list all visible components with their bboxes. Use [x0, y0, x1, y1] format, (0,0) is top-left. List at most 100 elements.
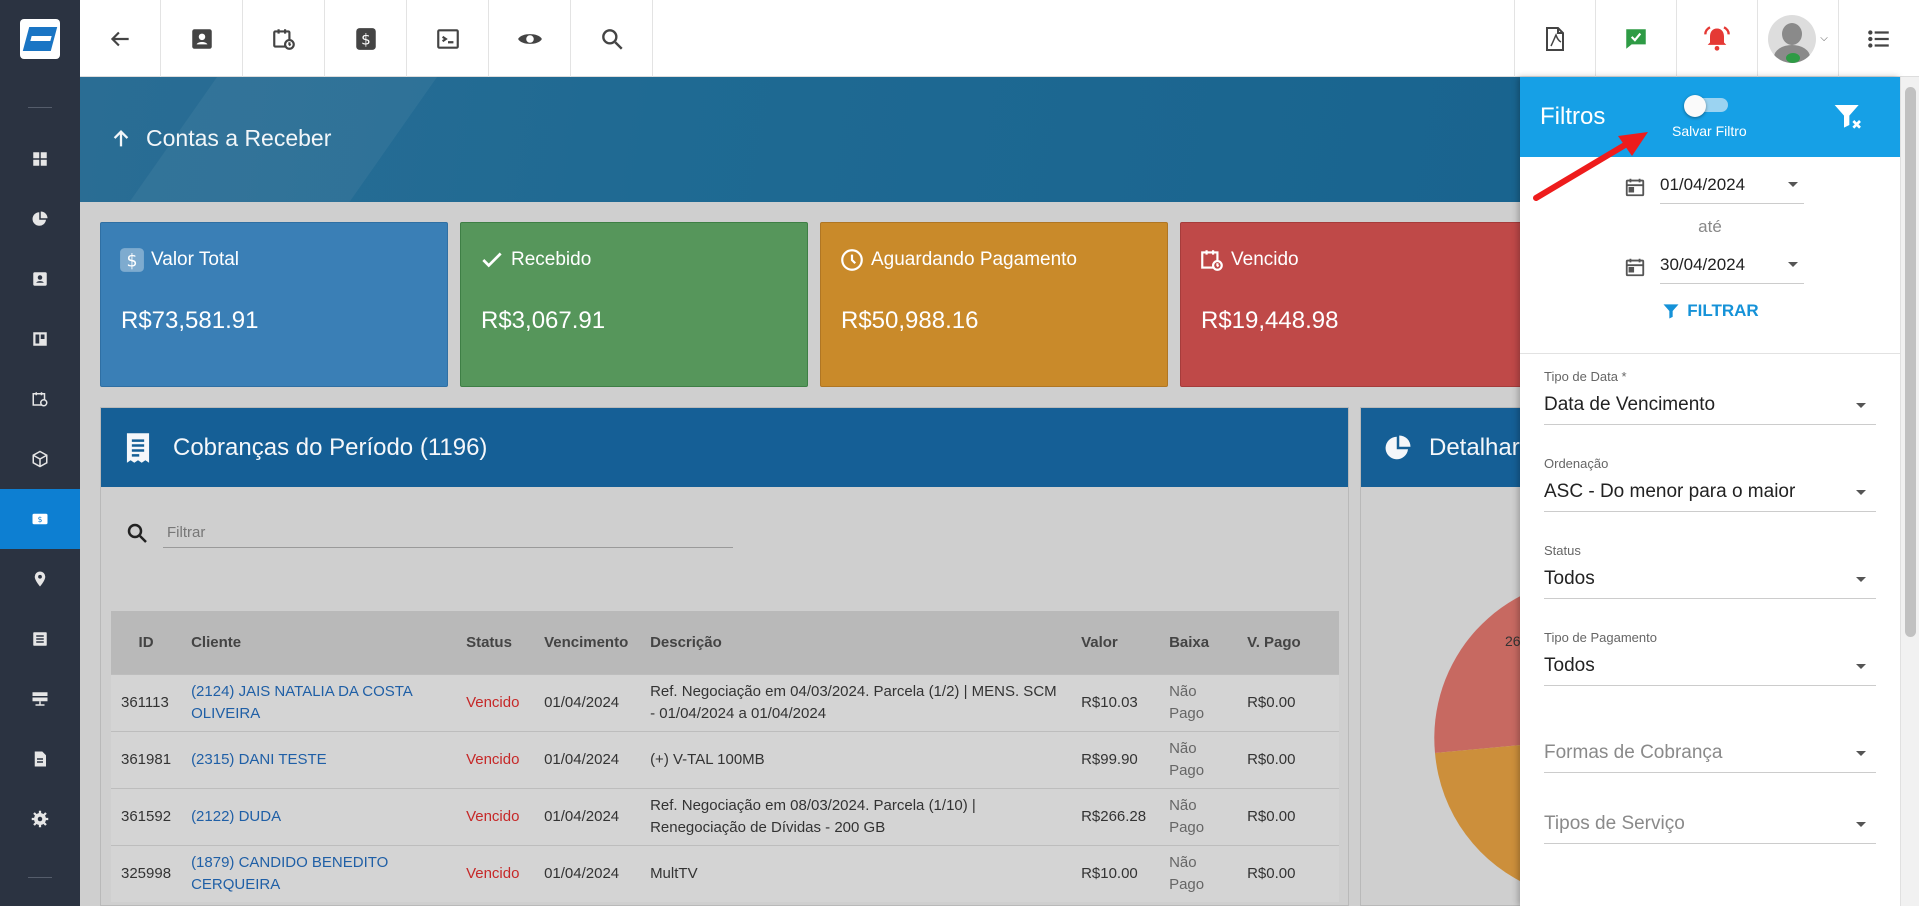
clock-icon	[841, 249, 863, 271]
user-menu[interactable]: ⌵	[1757, 0, 1838, 77]
sidebar-item-locations[interactable]	[0, 549, 80, 609]
filter-input[interactable]	[163, 518, 733, 548]
sidebar-item-products[interactable]	[0, 429, 80, 489]
col-vencimento[interactable]: Vencimento	[534, 611, 641, 674]
cell-status: Vencido	[456, 730, 535, 788]
col-baixa[interactable]: Baixa	[1159, 611, 1238, 674]
cell-baixa: Não Pago	[1159, 673, 1238, 731]
table-row[interactable]: 325998 (1879) CANDIDO BENEDITO CERQUEIRA…	[111, 844, 1339, 902]
cell-cliente-link[interactable]: (2315) DANI TESTE	[181, 730, 457, 788]
date-to-input[interactable]: 30/04/2024	[1660, 249, 1804, 284]
card-recebido: Recebido R$3,067.91	[460, 222, 808, 387]
dropdown-caret-icon	[1788, 182, 1798, 187]
cell-id: 361592	[111, 787, 182, 845]
terminal-button[interactable]	[408, 0, 489, 77]
document-icon	[34, 751, 46, 767]
filter-icon	[1663, 304, 1679, 319]
save-filter-toggle[interactable]	[1684, 95, 1728, 117]
cell-id: 361113	[111, 673, 182, 731]
calendar-icon	[1625, 258, 1645, 276]
table-row[interactable]: 361113 (2124) JAIS NATALIA DA COSTA OLIV…	[111, 673, 1339, 731]
sidebar-item-dashboard[interactable]	[0, 129, 80, 189]
col-descricao[interactable]: Descrição	[640, 611, 1072, 674]
col-status[interactable]: Status	[456, 611, 535, 674]
cell-valor: R$266.28	[1071, 787, 1160, 845]
tipo-pagamento-select[interactable]: Tipo de Pagamento Todos	[1544, 630, 1876, 686]
status-label: Status	[1544, 543, 1581, 558]
contact-card-icon	[192, 28, 212, 49]
board-icon	[33, 332, 47, 346]
annotation-arrow	[1533, 132, 1648, 201]
filter-remove-icon	[1834, 105, 1861, 129]
card-value: R$73,581.91	[121, 307, 259, 334]
tipo-pagamento-value: Todos	[1544, 655, 1876, 686]
alarms-button[interactable]	[1676, 0, 1757, 77]
sidebar-item-list[interactable]	[0, 609, 80, 669]
finance-button[interactable]: $	[326, 0, 407, 77]
date-from-input[interactable]: 01/04/2024	[1660, 169, 1804, 204]
contact-icon	[33, 272, 47, 286]
formas-cobranca-placeholder: Formas de Cobrança	[1544, 742, 1723, 763]
back-button[interactable]	[80, 0, 161, 77]
col-cliente[interactable]: Cliente	[181, 611, 457, 674]
search-icon	[127, 523, 147, 543]
ordenacao-select[interactable]: Ordenação ASC - Do menor para o maior	[1544, 456, 1876, 512]
cobrancas-table: ID Cliente Status Vencimento Descrição V…	[111, 611, 1339, 902]
filtrar-label: FILTRAR	[1687, 301, 1759, 320]
sidebar-item-contacts[interactable]	[0, 249, 80, 309]
formas-cobranca-select[interactable]: Formas de Cobrança	[1544, 742, 1876, 773]
view-button[interactable]	[490, 0, 571, 77]
messages-button[interactable]	[1595, 0, 1676, 77]
sidebar-item-documents[interactable]	[0, 729, 80, 789]
page-header: Contas a Receber	[80, 77, 1520, 202]
card-value: R$19,448.98	[1201, 307, 1339, 334]
schedule-button[interactable]	[244, 0, 325, 77]
dropdown-caret-icon	[1788, 262, 1798, 267]
status-text: Todos	[1544, 568, 1595, 589]
map-pin-icon	[34, 571, 46, 587]
menu-button[interactable]	[1838, 0, 1919, 77]
col-vpago[interactable]: V. Pago	[1237, 611, 1339, 674]
pdf-button[interactable]	[1514, 0, 1595, 77]
tipo-data-select[interactable]: Tipo de Data * Data de Vencimento	[1544, 369, 1876, 425]
search-button[interactable]	[572, 0, 653, 77]
sidebar-item-settings[interactable]	[0, 789, 80, 849]
cell-vencimento: 01/04/2024	[534, 673, 641, 731]
card-title-text: Aguardando Pagamento	[871, 249, 1077, 270]
card-title-text: Valor Total	[151, 249, 240, 270]
filtrar-button[interactable]: FILTRAR	[1520, 301, 1900, 321]
date-separator: até	[1698, 217, 1722, 236]
clear-filter-button[interactable]	[1832, 101, 1864, 133]
cell-valor: R$10.03	[1071, 673, 1160, 731]
sidebar-item-finance[interactable]: $	[0, 489, 80, 549]
tipo-data-value: Data de Vencimento	[1544, 394, 1876, 425]
contacts-button[interactable]	[162, 0, 243, 77]
check-message-icon	[1626, 28, 1646, 49]
app-logo[interactable]	[0, 0, 80, 77]
cell-cliente-link[interactable]: (2124) JAIS NATALIA DA COSTA OLIVEIRA	[181, 673, 457, 731]
sidebar-item-board[interactable]	[0, 309, 80, 369]
scrollbar-thumb[interactable]	[1905, 87, 1916, 637]
col-id[interactable]: ID	[111, 611, 182, 674]
sidebar-item-reports[interactable]	[0, 189, 80, 249]
status-select[interactable]: Status Todos	[1544, 543, 1876, 599]
sidebar-item-servers[interactable]	[0, 669, 80, 729]
cell-cliente-link[interactable]: (2122) DUDA	[181, 787, 457, 845]
tipos-servico-value: Tipos de Serviço	[1544, 813, 1876, 844]
box-icon	[32, 450, 48, 468]
cell-status: Vencido	[456, 844, 535, 902]
cell-cliente-link[interactable]: (1879) CANDIDO BENEDITO CERQUEIRA	[181, 844, 457, 902]
col-valor[interactable]: Valor	[1071, 611, 1160, 674]
sidebar-item-calendar[interactable]	[0, 369, 80, 429]
top-bar: $ ⌵	[0, 0, 1919, 77]
drawer-scrollbar[interactable]	[1900, 77, 1919, 906]
tipos-servico-select[interactable]: Tipos de Serviço	[1544, 813, 1876, 844]
check-icon	[482, 252, 502, 268]
arrow-up-icon	[113, 129, 129, 146]
date-to-value: 30/04/2024	[1660, 255, 1746, 274]
cell-vencimento: 01/04/2024	[534, 787, 641, 845]
table-row[interactable]: 361592 (2122) DUDA Vencido 01/04/2024 Re…	[111, 787, 1339, 845]
table-row[interactable]: 361981 (2315) DANI TESTE Vencido 01/04/2…	[111, 730, 1339, 788]
search-icon	[602, 28, 623, 50]
pie-chart-icon	[1385, 435, 1411, 459]
